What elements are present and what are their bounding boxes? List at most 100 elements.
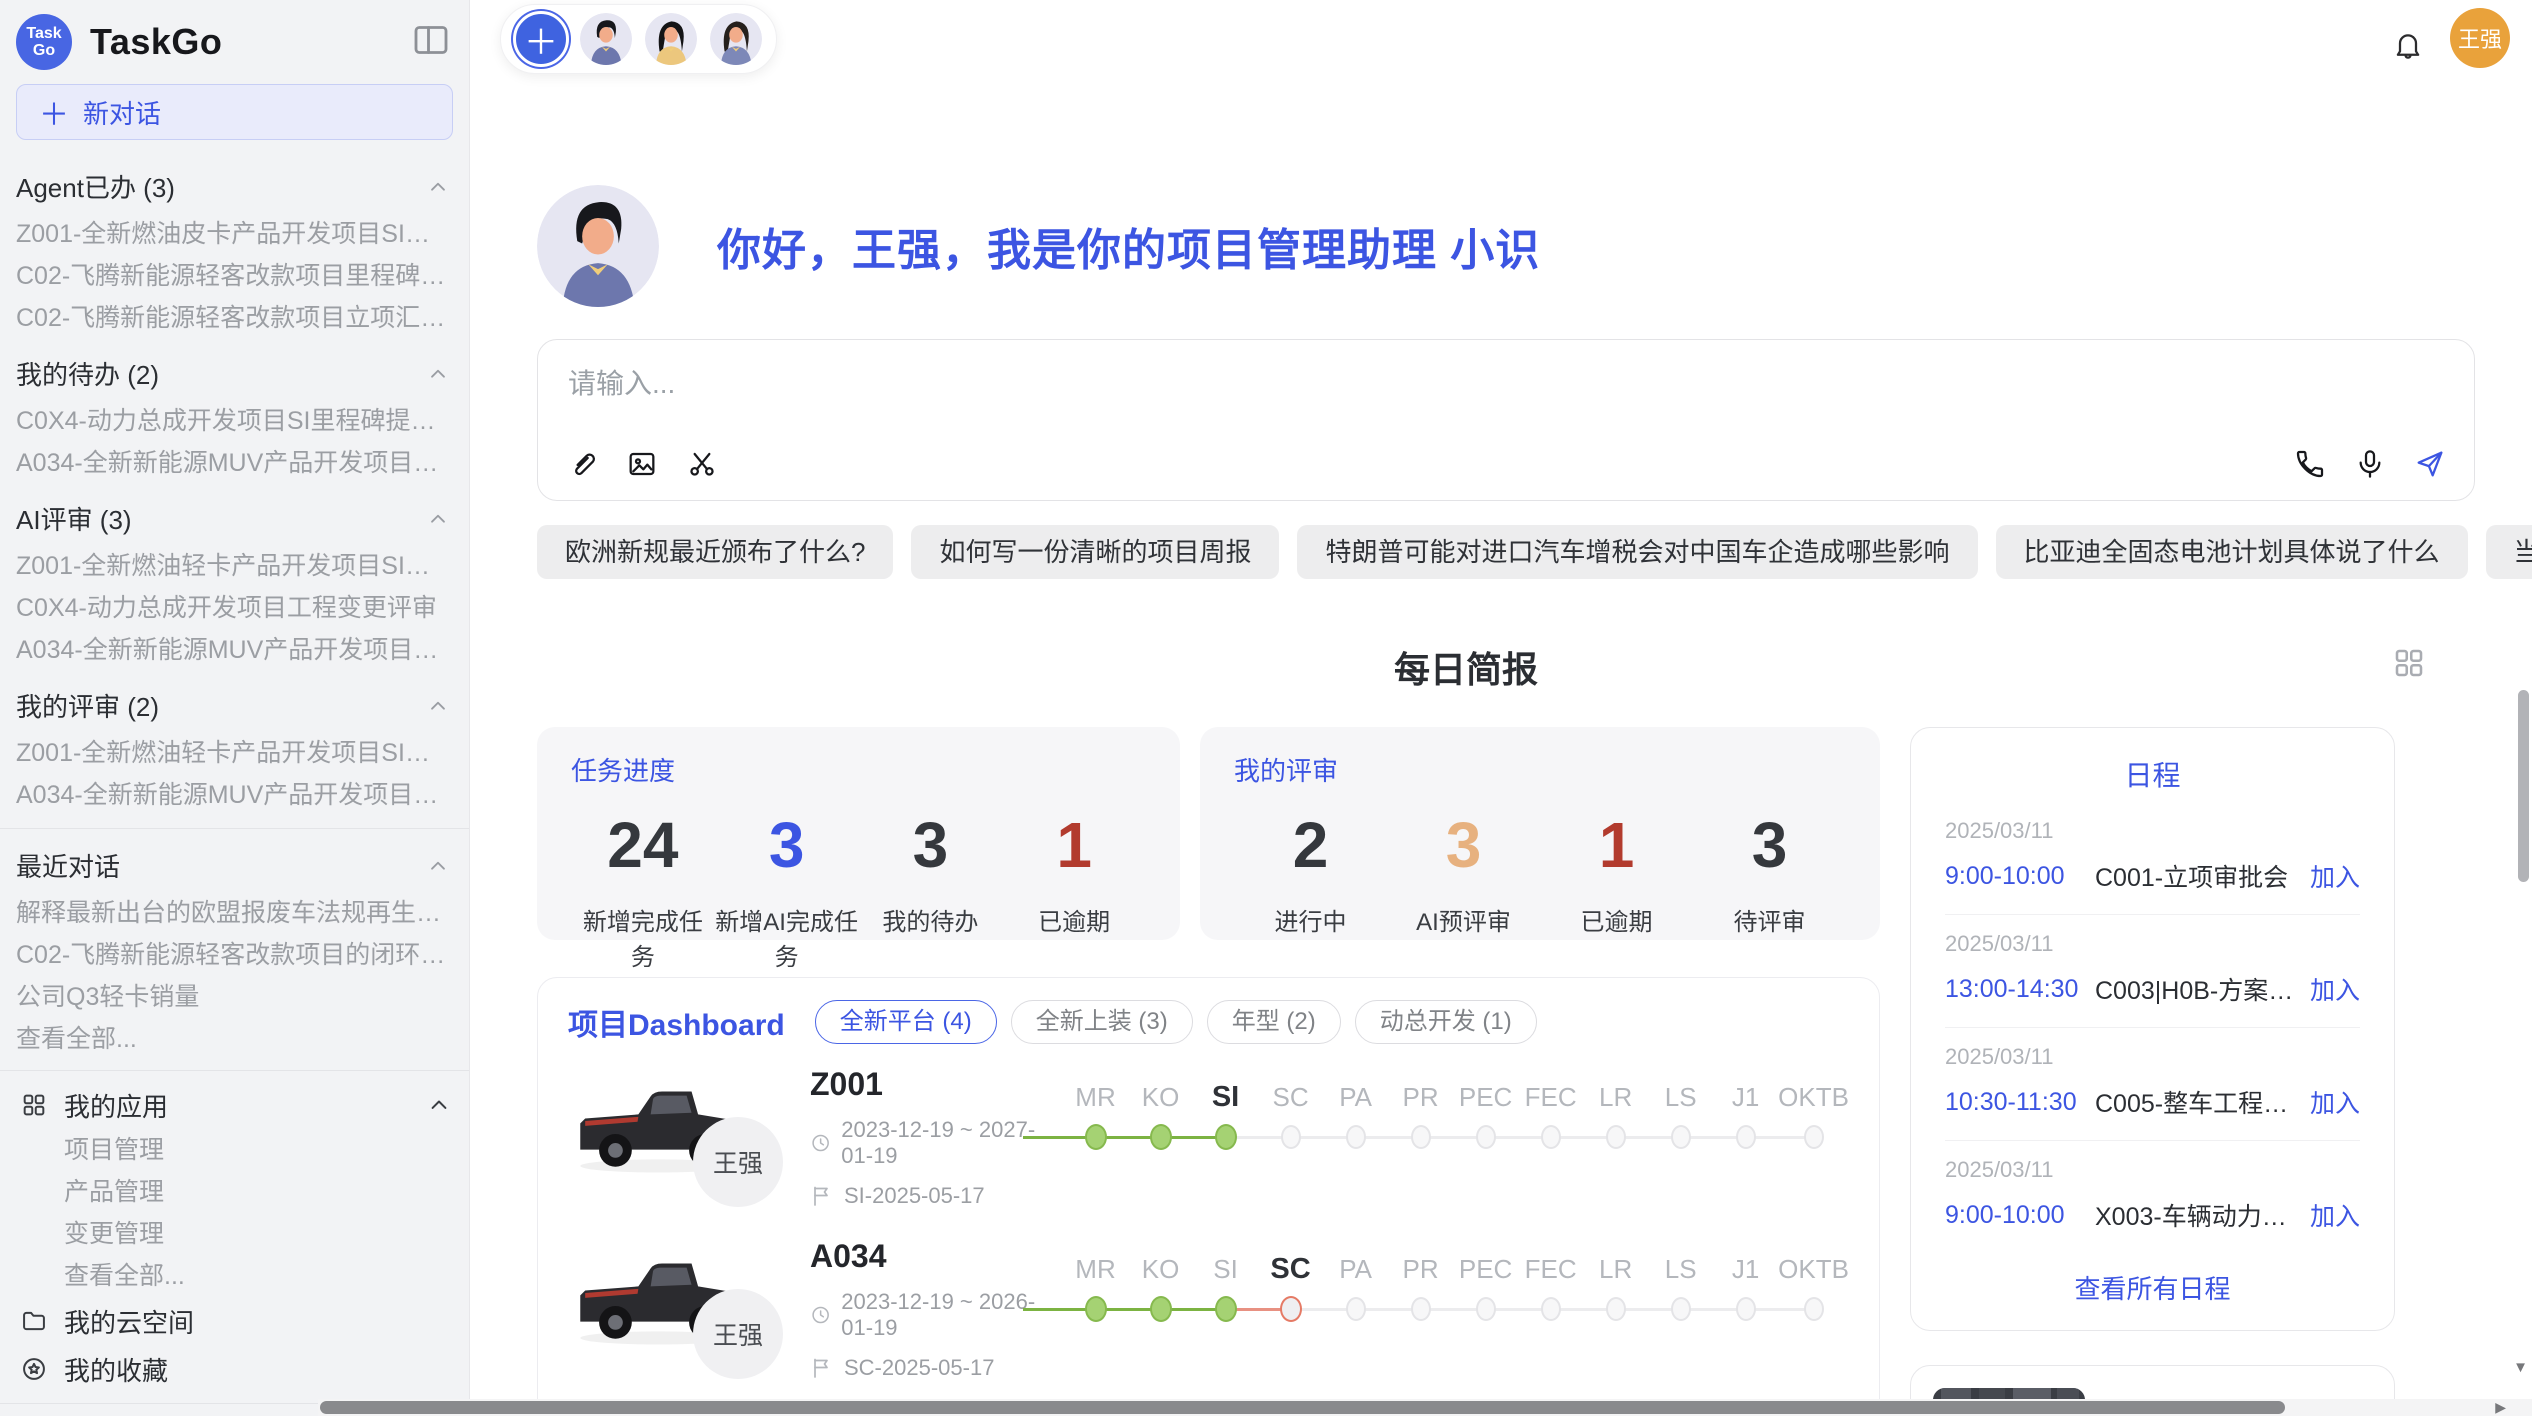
stat-card: 我的评审2进行中3AI预评审1已逾期3待评审 [1200, 727, 1880, 940]
dashboard-tab[interactable]: 动总开发 (1) [1355, 1000, 1537, 1044]
phone-call-icon[interactable] [2294, 448, 2326, 480]
horizontal-scrollbar-handle[interactable] [320, 1401, 2285, 1414]
scroll-right-arrow-icon[interactable]: ▶ [2495, 1401, 2506, 1414]
milestone-label: PA [1339, 1077, 1372, 1121]
join-event-link[interactable]: 加入 [2310, 858, 2360, 894]
suggestion-chip[interactable]: 比亚迪全固态电池计划具体说了什么 [1996, 525, 2468, 579]
project-row[interactable]: 王强Z0012023-12-19 ~ 2027-01-19SI-2025-05-… [568, 1058, 1849, 1216]
join-event-link[interactable]: 加入 [2310, 1084, 2360, 1120]
recent-chat-item[interactable]: 解释最新出台的欧盟报废车法规再生塑料比例被调至15%... [0, 892, 469, 934]
sidebar-section-header[interactable]: Agent已办 (3) [0, 160, 469, 213]
chat-input[interactable] [568, 362, 2444, 428]
attachment-icon[interactable] [566, 448, 598, 480]
milestone-label: LR [1599, 1249, 1632, 1293]
sidebar-item[interactable]: A034-全新新能源MUV产品开发项目法规符合性评审 [0, 629, 469, 671]
stat-label: 新增完成任务 [571, 902, 715, 972]
sidebar-item[interactable]: Z001-全新燃油皮卡产品开发项目SI节点Lesson Learn报告 [0, 213, 469, 255]
app-item[interactable]: 变更管理 [0, 1213, 469, 1255]
scroll-down-arrow-icon[interactable]: ▼ [2513, 1359, 2528, 1376]
sidebar-item-label: 我的收藏 [64, 1351, 168, 1388]
app-item[interactable]: 查看全部... [0, 1255, 469, 1297]
milestone-dot [1280, 1296, 1302, 1322]
recent-chat-item[interactable]: 公司Q3轻卡销量 [0, 976, 469, 1018]
microphone-icon[interactable] [2354, 448, 2386, 480]
agent-avatar-3[interactable] [708, 11, 764, 67]
milestone-dot [1606, 1297, 1626, 1321]
view-all-schedule-link[interactable]: 查看所有日程 [1945, 1253, 2360, 1312]
layout-grid-icon[interactable] [2391, 645, 2427, 681]
sidebar-item[interactable]: C02-飞腾新能源轻客改款项目立项汇报方案 [0, 297, 469, 339]
sidebar-section-header[interactable]: 我的待办 (2) [0, 347, 469, 400]
greeting-text: 你好，王强，我是你的项目管理助理 小识 [717, 214, 1540, 278]
milestone-dot [1541, 1297, 1561, 1321]
milestone-dot [1150, 1296, 1172, 1322]
event-date: 2025/03/11 [1945, 818, 2360, 844]
dashboard-tab[interactable]: 全新上装 (3) [1011, 1000, 1193, 1044]
project-media: 王强 [568, 1234, 798, 1384]
sidebar-item-folder[interactable]: 我的云空间 [0, 1297, 469, 1345]
scissors-icon[interactable] [686, 448, 718, 480]
recent-chats-header[interactable]: 最近对话 [0, 839, 469, 892]
project-row[interactable]: 王强A0342023-12-19 ~ 2026-01-19SC-2025-05-… [568, 1230, 1849, 1388]
user-avatar[interactable]: 王强 [2450, 8, 2510, 68]
milestone-label: SI [1213, 1249, 1238, 1293]
view-all-chats-link[interactable]: 查看全部... [0, 1018, 469, 1060]
add-agent-button[interactable]: ＋ [513, 11, 569, 67]
recent-chat-item[interactable]: C02-飞腾新能源轻客改款项目的闭环通告反馈情况 [0, 934, 469, 976]
left-column: 任务进度24新增完成任务3新增AI完成任务3我的待办1已逾期我的评审2进行中3A… [537, 727, 1880, 1416]
horizontal-scrollbar[interactable]: ▶ [318, 1399, 2532, 1416]
sidebar-item[interactable]: Z001-全新燃油轻卡产品开发项目SI造型提交物评审 [0, 545, 469, 587]
plus-icon: ＋ [39, 90, 69, 134]
sidebar-section: Agent已办 (3)Z001-全新燃油皮卡产品开发项目SI节点Lesson L… [0, 154, 469, 341]
stats-row: 任务进度24新增完成任务3新增AI完成任务3我的待办1已逾期我的评审2进行中3A… [537, 727, 1880, 940]
image-upload-icon[interactable] [626, 448, 658, 480]
vertical-scrollbar-handle[interactable] [2518, 690, 2529, 882]
sidebar-item[interactable]: C0X4-动力总成开发项目工程变更评审 [0, 587, 469, 629]
app-item[interactable]: 项目管理 [0, 1129, 469, 1171]
dashboard-tab[interactable]: 年型 (2) [1207, 1000, 1341, 1044]
section-title: AI评审 (3) [16, 500, 132, 537]
panel-toggle-icon[interactable] [411, 20, 451, 60]
dashboard-tab[interactable]: 全新平台 (4) [815, 1000, 997, 1044]
milestone-dot [1085, 1124, 1107, 1150]
milestone-line-done [1023, 1136, 1227, 1139]
send-icon[interactable] [2414, 448, 2446, 480]
join-event-link[interactable]: 加入 [2310, 1197, 2360, 1233]
sidebar-section-header[interactable]: 我的评审 (2) [0, 679, 469, 732]
notification-bell-icon[interactable] [2392, 30, 2424, 62]
app-item[interactable]: 产品管理 [0, 1171, 469, 1213]
suggestion-chip[interactable]: 当下年轻人对汽车外观有怎样的喜好趋势 [2486, 525, 2532, 579]
new-chat-button[interactable]: ＋ 新对话 [16, 84, 453, 140]
sidebar-section-header[interactable]: AI评审 (3) [0, 492, 469, 545]
agent-avatar-1[interactable] [578, 11, 634, 67]
event-time: 9:00-10:00 [1945, 1201, 2095, 1230]
flag-icon [810, 1356, 834, 1380]
chevron-up-icon [425, 1091, 453, 1119]
grid-icon [20, 1091, 48, 1119]
sidebar-item[interactable]: A034-全新新能源MUV产品开发项目造型可行性评审 [0, 774, 469, 816]
agent-avatar-2[interactable] [643, 11, 699, 67]
sidebar-item-my-apps[interactable]: 我的应用 [0, 1081, 469, 1129]
sidebar-section: 我的评审 (2)Z001-全新燃油轻卡产品开发项目SI节点属性5D文件评审A03… [0, 673, 469, 818]
stat-item: 1已逾期 [1540, 806, 1693, 937]
dashboard-title: 项目Dashboard [568, 1000, 785, 1044]
stat-label: AI预评审 [1387, 902, 1540, 937]
project-media: 王强 [568, 1062, 798, 1212]
sidebar-item-star[interactable]: 我的收藏 [0, 1345, 469, 1393]
project-owner-badge: 王强 [693, 1117, 783, 1207]
join-event-link[interactable]: 加入 [2310, 971, 2360, 1007]
milestone-dot [1346, 1297, 1366, 1321]
suggestion-chip[interactable]: 如何写一份清晰的项目周报 [911, 525, 1279, 579]
sidebar-item[interactable]: C02-飞腾新能源轻客改款项目里程碑画布 [0, 255, 469, 297]
sidebar-item[interactable]: Z001-全新燃油轻卡产品开发项目SI节点属性5D文件评审 [0, 732, 469, 774]
sidebar-item[interactable]: A034-全新新能源MUV产品开发项目计划变更表编写 [0, 442, 469, 484]
milestone-line-done [1023, 1308, 1227, 1311]
milestone-dot [1804, 1297, 1824, 1321]
milestone-track: MRKOSISCPAPRPECFECLRLSJ1OKTB [1063, 1077, 1849, 1197]
flag-icon [810, 1184, 834, 1208]
suggestion-chip[interactable]: 欧洲新规最近颁布了什么? [537, 525, 893, 579]
sidebar-item[interactable]: C0X4-动力总成开发项目SI里程碑提交物检查 [0, 400, 469, 442]
stat-item: 3待评审 [1693, 806, 1846, 937]
suggestion-chip[interactable]: 特朗普可能对进口汽车增税会对中国车企造成哪些影响 [1297, 525, 1977, 579]
project-flag-date: SI-2025-05-17 [844, 1183, 985, 1209]
